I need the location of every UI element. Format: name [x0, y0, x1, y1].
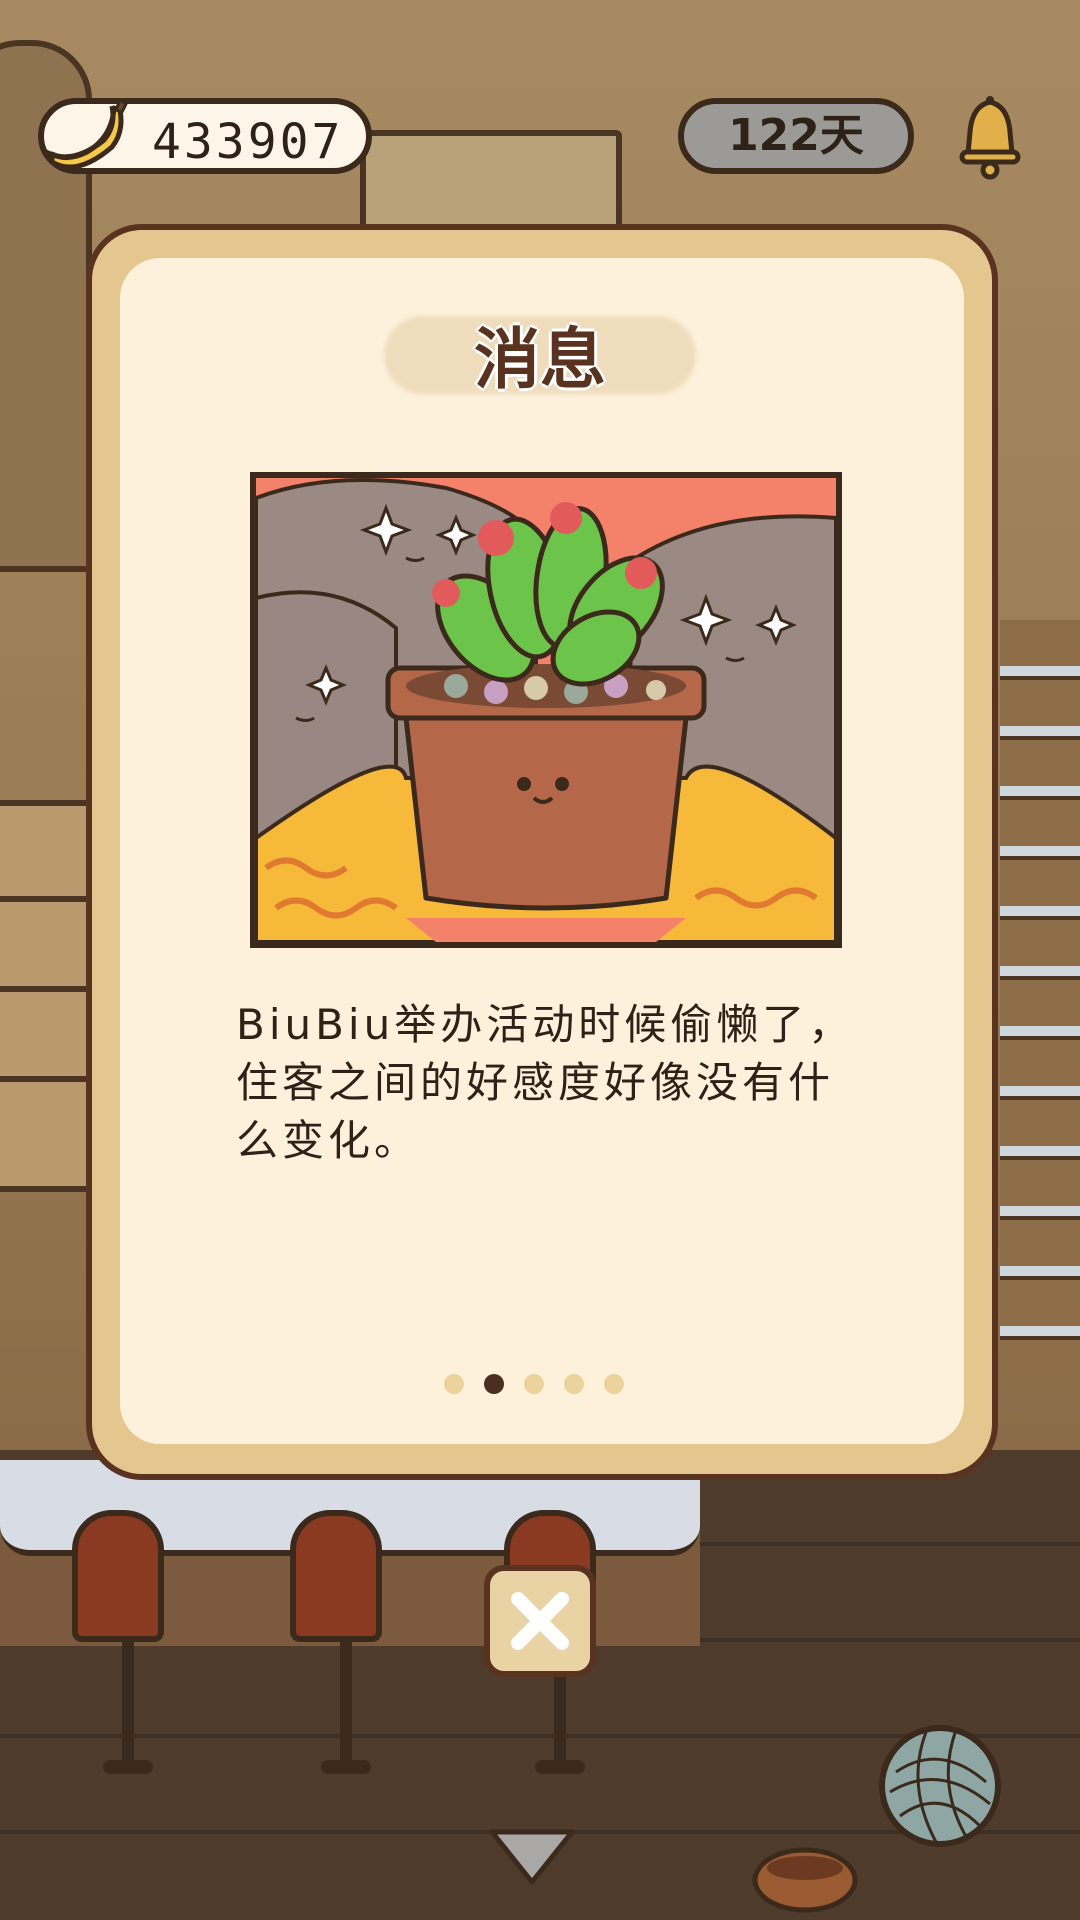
day-counter: 122天: [678, 98, 914, 174]
potted-plant-illustration: [250, 472, 842, 948]
page-dot[interactable]: [604, 1374, 624, 1394]
food-bowl: [752, 1847, 858, 1913]
page-dot[interactable]: [524, 1374, 544, 1394]
message-text: BiuBiu举办活动时候偷懒了，住客之间的好感度好像没有什么变化。: [236, 1000, 855, 1165]
bell-icon[interactable]: [950, 92, 1030, 182]
page-indicator: [444, 1374, 624, 1398]
banana-icon: [44, 97, 128, 170]
currency-value: 433907: [152, 114, 344, 170]
down-arrow-icon[interactable]: [484, 1824, 580, 1890]
close-icon: [511, 1592, 569, 1650]
bar-stool: [290, 1510, 382, 1642]
display-shelf: [0, 800, 96, 1192]
close-button[interactable]: [484, 1565, 596, 1677]
page-dot-active[interactable]: [484, 1374, 504, 1394]
staircase: [1000, 620, 1080, 1380]
days-value: 122天: [728, 110, 864, 161]
page-dot[interactable]: [564, 1374, 584, 1394]
yarn-ball-icon[interactable]: [876, 1722, 1004, 1850]
page-dot[interactable]: [444, 1374, 464, 1394]
bar-stool: [72, 1510, 164, 1642]
currency-counter: 433907: [38, 97, 372, 174]
dialog-title: 消息: [474, 321, 606, 398]
